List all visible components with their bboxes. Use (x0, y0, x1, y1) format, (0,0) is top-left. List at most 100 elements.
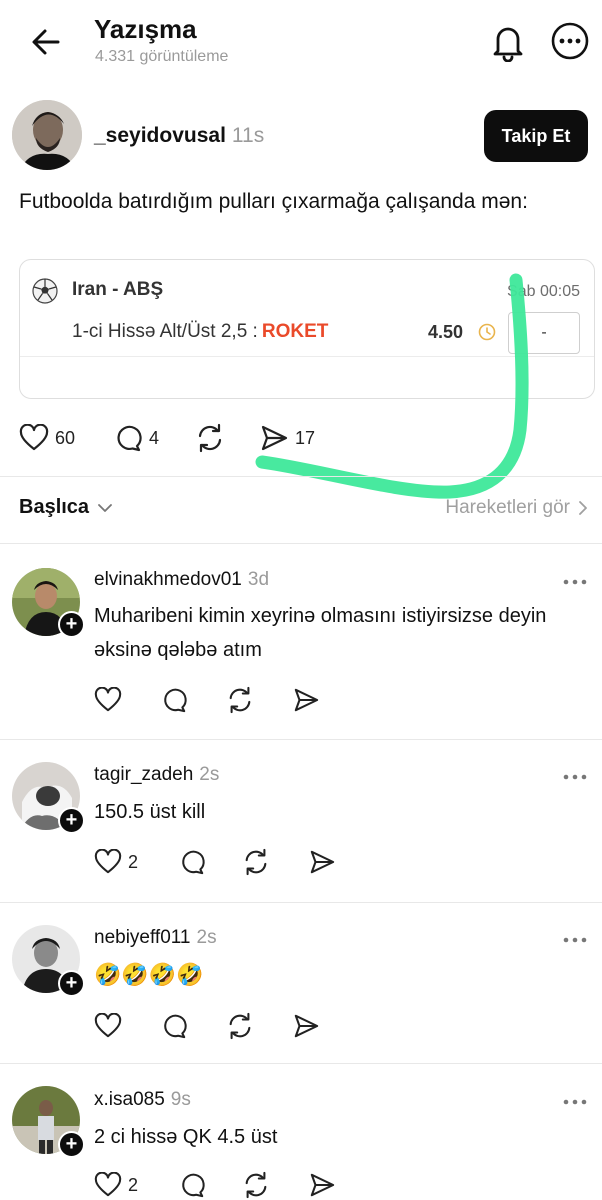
sort-dropdown[interactable]: Başlıca (19, 496, 113, 519)
soccer-ball-icon (32, 278, 58, 304)
reply-author[interactable]: nebiyeff011 2s (94, 927, 217, 949)
more-options-icon[interactable] (562, 772, 588, 782)
back-arrow-icon (32, 29, 60, 55)
comment-button[interactable] (178, 847, 206, 877)
notifications-button[interactable] (488, 20, 528, 63)
share-button[interactable] (308, 847, 336, 877)
like-count: 60 (55, 427, 76, 448)
reply-item: + tagir_zadeh 2s 150.5 üst kill 2 (0, 740, 602, 902)
divider (0, 476, 602, 477)
comment-button[interactable] (178, 1170, 206, 1200)
repost-icon (198, 423, 222, 453)
reply-author[interactable]: tagir_zadeh 2s (94, 764, 219, 786)
back-button[interactable] (26, 22, 66, 62)
reply-text: 150.5 üst kill (94, 801, 206, 823)
reply-text: Muharibeni kimin xeyrinə olmasını istiyi… (94, 605, 547, 661)
bet-market: 1-ci Hissə Alt/Üst 2,5 : ROKET (72, 321, 329, 342)
share-count: 17 (295, 427, 316, 448)
repost-icon (245, 848, 267, 876)
plus-icon: + (65, 972, 78, 994)
heart-icon (94, 1013, 122, 1038)
post-author[interactable]: _seyidovusal 11s (94, 124, 264, 148)
reply-item: + elvinakhmedov01 3d Muharibeni kimin xey… (0, 544, 602, 739)
activity-label: Hareketleri gör (445, 497, 570, 518)
repost-icon (245, 1171, 267, 1199)
sort-label: Başlıca (19, 496, 90, 518)
follow-button[interactable]: Takip Et (484, 110, 588, 162)
send-icon (261, 425, 288, 451)
heart-icon (19, 424, 49, 451)
like-button[interactable] (94, 1011, 128, 1041)
more-options-icon (551, 22, 589, 60)
comment-count: 4 (149, 427, 160, 448)
follow-plus-button[interactable]: + (58, 1131, 85, 1158)
reply-time: 9s (170, 1089, 191, 1110)
reply-author[interactable]: elvinakhmedov01 3d (94, 569, 269, 591)
share-button[interactable] (292, 685, 320, 715)
page-title: Yazışma (94, 14, 197, 44)
clock-icon (478, 323, 496, 341)
more-options-icon[interactable] (562, 935, 588, 945)
like-count: 2 (128, 851, 139, 872)
view-count: 4.331 görüntüleme (95, 48, 229, 65)
repost-button[interactable] (226, 685, 254, 715)
more-options-icon[interactable] (562, 1097, 588, 1107)
post-time: 11s (231, 124, 265, 147)
plus-icon: + (65, 613, 78, 635)
send-icon (294, 688, 319, 712)
view-activity-link[interactable]: Hareketleri gör (445, 497, 588, 519)
comment-button[interactable]: 4 (113, 420, 159, 456)
repost-icon (229, 686, 251, 714)
follow-plus-button[interactable]: + (58, 611, 85, 638)
bet-match: Iran - ABŞ (72, 279, 164, 300)
bet-divider (20, 356, 594, 357)
reply-time: 3d (247, 569, 270, 590)
follow-plus-button[interactable]: + (58, 970, 85, 997)
repost-button[interactable] (242, 1170, 270, 1200)
reply-time: 2s (196, 927, 217, 948)
send-icon (310, 850, 335, 874)
repost-button[interactable] (242, 847, 270, 877)
bet-card[interactable]: Iran - ABŞ Sab 00:05 1-ci Hissə Alt/Üst … (19, 259, 595, 399)
like-button[interactable]: 60 (19, 420, 75, 456)
bell-icon (493, 27, 523, 63)
post-author-avatar[interactable] (12, 100, 82, 170)
bet-tag: ROKET (261, 321, 329, 342)
reply-item: + nebiyeff011 2s 🤣🤣🤣🤣 (0, 903, 602, 1063)
reply-author[interactable]: x.isa085 9s (94, 1089, 191, 1111)
repost-icon (229, 1012, 251, 1040)
like-count: 2 (128, 1174, 139, 1195)
plus-icon: + (65, 1133, 78, 1155)
heart-icon (94, 1172, 122, 1197)
comment-icon (182, 1173, 205, 1198)
more-options-icon[interactable] (562, 577, 588, 587)
follow-plus-button[interactable]: + (58, 807, 85, 834)
share-button[interactable] (308, 1170, 336, 1200)
more-options-button[interactable] (549, 20, 591, 62)
share-button[interactable] (292, 1011, 320, 1041)
comment-icon (117, 425, 142, 452)
comment-icon (182, 850, 205, 875)
comment-button[interactable] (160, 685, 188, 715)
plus-icon: + (65, 809, 78, 831)
repost-button[interactable] (226, 1011, 254, 1041)
reply-item: + x.isa085 9s 2 ci hissə QK 4.5 üst 2 (0, 1064, 602, 1200)
chevron-right-icon (579, 501, 587, 515)
top-bar: Yazışma 4.331 görüntüleme (0, 0, 602, 82)
heart-icon (94, 687, 122, 712)
heart-icon (94, 849, 122, 874)
chevron-down-icon (98, 503, 112, 512)
bet-odds: 4.50 (428, 322, 464, 342)
send-icon (310, 1173, 335, 1197)
like-button[interactable]: 2 (94, 1170, 138, 1200)
like-button[interactable] (94, 685, 128, 715)
repost-button[interactable] (195, 420, 225, 456)
reply-text: 2 ci hissə QK 4.5 üst (94, 1126, 278, 1148)
reply-time: 2s (199, 764, 220, 785)
bet-time: Sab 00:05 (507, 283, 580, 300)
comment-button[interactable] (160, 1011, 188, 1041)
like-button[interactable]: 2 (94, 847, 138, 877)
bet-selection-box[interactable]: - (508, 312, 580, 354)
send-icon (294, 1014, 319, 1038)
share-button[interactable]: 17 (259, 420, 315, 456)
